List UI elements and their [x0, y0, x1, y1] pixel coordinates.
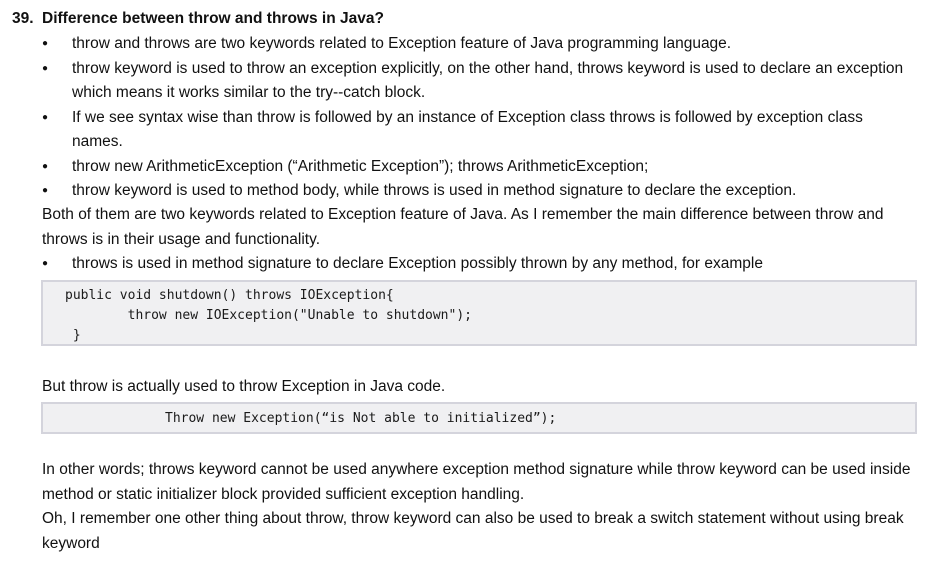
bullet-list-throws: throws is used in method signature to de…: [42, 252, 918, 277]
list-item: throws is used in method signature to de…: [42, 252, 918, 277]
code-line: }: [65, 328, 81, 343]
list-item: If we see syntax wise than throw is foll…: [42, 106, 918, 155]
paragraph-switch-break: Oh, I remember one other thing about thr…: [42, 510, 904, 552]
question-heading: 39. Difference between throw and throws i…: [12, 8, 384, 30]
paragraph-both-keywords: Both of them are two keywords related to…: [42, 206, 884, 248]
list-item: throw and throws are two keywords relate…: [42, 32, 918, 57]
code-line: throw new IOException("Unable to shutdow…: [65, 308, 472, 323]
question-title: Difference between throw and throws in J…: [42, 10, 384, 27]
code-block-shutdown: public void shutdown() throws IOExceptio…: [41, 280, 917, 346]
bullet-list-top: throw and throws are two keywords relate…: [42, 32, 918, 204]
code-line: public void shutdown() throws IOExceptio…: [65, 288, 394, 303]
code-line: Throw new Exception(“is Not able to init…: [165, 411, 557, 426]
paragraph-throw-usage: But throw is actually used to throw Exce…: [42, 378, 446, 395]
list-item: throw keyword is used to method body, wh…: [42, 179, 918, 204]
document-page: 39. Difference between throw and throws i…: [0, 0, 932, 576]
paragraph-other-words: In other words; throws keyword cannot be…: [42, 461, 911, 503]
list-item: throw new ArithmeticException (“Arithmet…: [42, 155, 918, 180]
question-number: 39.: [12, 10, 34, 27]
code-block-throw-new: Throw new Exception(“is Not able to init…: [41, 402, 917, 434]
list-item: throw keyword is used to throw an except…: [42, 57, 918, 106]
